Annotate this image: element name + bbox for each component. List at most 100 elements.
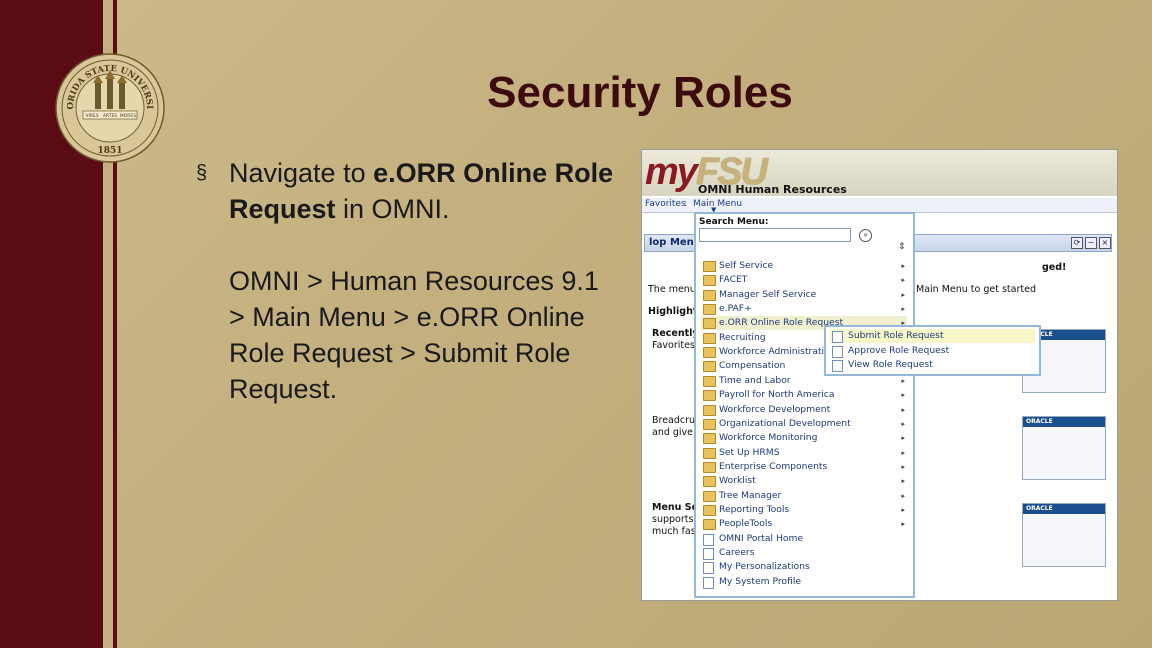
chevron-right-icon: ▸: [901, 290, 905, 299]
menu-item[interactable]: e.PAF+ ▸: [701, 302, 907, 316]
bg-the-menu: The menu: [648, 284, 696, 295]
menu-item[interactable]: Reporting Tools ▸: [701, 503, 907, 517]
chevron-right-icon: ▸: [901, 505, 905, 514]
submenu-item-label: View Role Request: [848, 359, 933, 370]
chevron-right-icon: ▸: [901, 462, 905, 471]
nav-favorites[interactable]: Favorites: [645, 199, 686, 209]
chevron-right-icon: ▸: [901, 491, 905, 500]
document-icon: [703, 548, 714, 560]
app-navbar: Favorites : Main Menu ▼: [642, 198, 1117, 214]
search-menu-label: Search Menu:: [699, 217, 769, 227]
menu-item[interactable]: Organizational Development ▸: [701, 417, 907, 431]
thumb-oracle-label: ORACLE: [1023, 504, 1105, 514]
chevron-right-icon: ▸: [901, 434, 905, 443]
oracle-thumbnail: ORACLE: [1022, 503, 1106, 567]
chevron-right-icon: ▸: [901, 448, 905, 457]
folder-icon: [703, 332, 716, 344]
folder-icon: [703, 275, 716, 287]
menu-item-label: Organizational Development: [719, 417, 851, 429]
close-icon[interactable]: ×: [1099, 237, 1111, 249]
bg-get-started: Main Menu to get started: [916, 284, 1036, 295]
minimize-icon[interactable]: −: [1085, 237, 1097, 249]
folder-icon: [703, 504, 716, 516]
menu-item-label: Reporting Tools: [719, 503, 790, 515]
folder-icon: [703, 304, 716, 316]
folder-icon: [703, 289, 716, 301]
menu-item[interactable]: Workforce Development ▸: [701, 403, 907, 417]
menu-item[interactable]: Manager Self Service ▸: [701, 288, 907, 302]
bg-recently: Recently: [652, 328, 699, 339]
menu-item-label: FACET: [719, 274, 748, 286]
menu-item[interactable]: Enterprise Components ▸: [701, 460, 907, 474]
menu-item-label: Time and Labor: [719, 374, 791, 386]
bg-menu-se: Menu Se: [652, 502, 699, 513]
menu-item[interactable]: Workforce Monitoring ▸: [701, 431, 907, 445]
seal-banner-left: VIRES: [85, 113, 98, 119]
submenu-item[interactable]: Approve Role Request: [830, 344, 1035, 358]
menu-item[interactable]: Self Service ▸: [701, 259, 907, 273]
chevron-right-icon: ▸: [901, 477, 905, 486]
submenu-item[interactable]: Submit Role Request: [830, 329, 1035, 343]
fsu-seal-icon: FLORIDA STATE UNIVERSITY VIRES ARTES MOR…: [55, 53, 165, 163]
sort-icon[interactable]: ⇕: [898, 242, 906, 252]
menu-item-label: Tree Manager: [719, 489, 782, 501]
menu-item-label: My Personalizations: [719, 561, 810, 573]
go-arrow-icon[interactable]: »: [859, 229, 872, 242]
menu-item[interactable]: Tree Manager ▸: [701, 489, 907, 503]
menu-item-label: Careers: [719, 547, 755, 558]
eorr-submenu: Submit Role Request Approve Role Request V…: [824, 325, 1041, 376]
refresh-icon[interactable]: ⟳: [1071, 237, 1083, 249]
menu-item[interactable]: Payroll for North America ▸: [701, 388, 907, 402]
chevron-right-icon: ▸: [901, 419, 905, 428]
chevron-right-icon: ▸: [901, 262, 905, 270]
menu-item-label: Workforce Development: [719, 403, 831, 415]
chevron-right-icon: ▸: [901, 405, 905, 414]
chevron-right-icon: ▸: [901, 276, 905, 285]
menu-item-label: Set Up HRMS: [719, 446, 780, 458]
menu-item-label: OMNI Portal Home: [719, 532, 804, 544]
bg-favorites: Favorites: [652, 340, 695, 351]
menu-item[interactable]: PeopleTools ▸: [701, 517, 907, 531]
document-icon: [832, 345, 843, 358]
chevron-right-icon: ▸: [901, 305, 905, 314]
menu-item-label: Manager Self Service: [719, 288, 817, 300]
menu-item-label: Recruiting: [719, 331, 766, 343]
menu-item[interactable]: Worklist ▸: [701, 474, 907, 488]
menu-item[interactable]: FACET ▸: [701, 273, 907, 287]
folder-icon: [703, 519, 716, 531]
app-subtitle: OMNI Human Resources: [698, 183, 847, 196]
folder-icon: [703, 318, 716, 330]
folder-icon: [703, 433, 716, 445]
folder-icon: [703, 418, 716, 430]
menu-item-label: Payroll for North America: [719, 389, 835, 401]
nav-separator: :: [684, 199, 688, 209]
chevron-right-icon: ▸: [901, 520, 905, 529]
folder-icon: [703, 390, 716, 402]
menu-item[interactable]: My System Profile: [701, 575, 907, 589]
nav-main-menu[interactable]: Main Menu: [693, 199, 742, 209]
oracle-thumbnail: ORACLE: [1022, 416, 1106, 480]
menu-item-label: Workforce Administration: [719, 346, 836, 358]
menu-item-label: My System Profile: [719, 575, 802, 587]
menu-item[interactable]: Set Up HRMS ▸: [701, 446, 907, 460]
seal-banner-right: MORES: [120, 113, 136, 119]
seal-year: 1851: [97, 146, 122, 156]
bullet-text: Navigate to e.ORR Online Role Request in…: [229, 155, 619, 227]
bg-breadcrumbs: Breadcru: [652, 415, 696, 426]
menu-item[interactable]: My Personalizations: [701, 560, 907, 575]
menu-item[interactable]: Careers: [701, 546, 907, 560]
folder-icon: [703, 476, 716, 488]
search-menu-input[interactable]: [699, 228, 851, 242]
folder-icon: [703, 361, 716, 373]
menu-item-label: PeopleTools: [719, 518, 773, 530]
slide-title: Security Roles: [487, 68, 793, 117]
document-icon: [703, 562, 714, 575]
seal-banner-mid: ARTES: [103, 113, 117, 119]
folder-icon: [703, 404, 716, 416]
menu-item[interactable]: OMNI Portal Home: [701, 532, 907, 546]
bullet-mark: §: [196, 162, 208, 184]
document-icon: [832, 360, 843, 372]
submenu-item[interactable]: View Role Request: [830, 358, 1035, 372]
menu-item-label: Enterprise Components: [719, 460, 828, 472]
menu-item-label: Compensation: [719, 360, 786, 372]
